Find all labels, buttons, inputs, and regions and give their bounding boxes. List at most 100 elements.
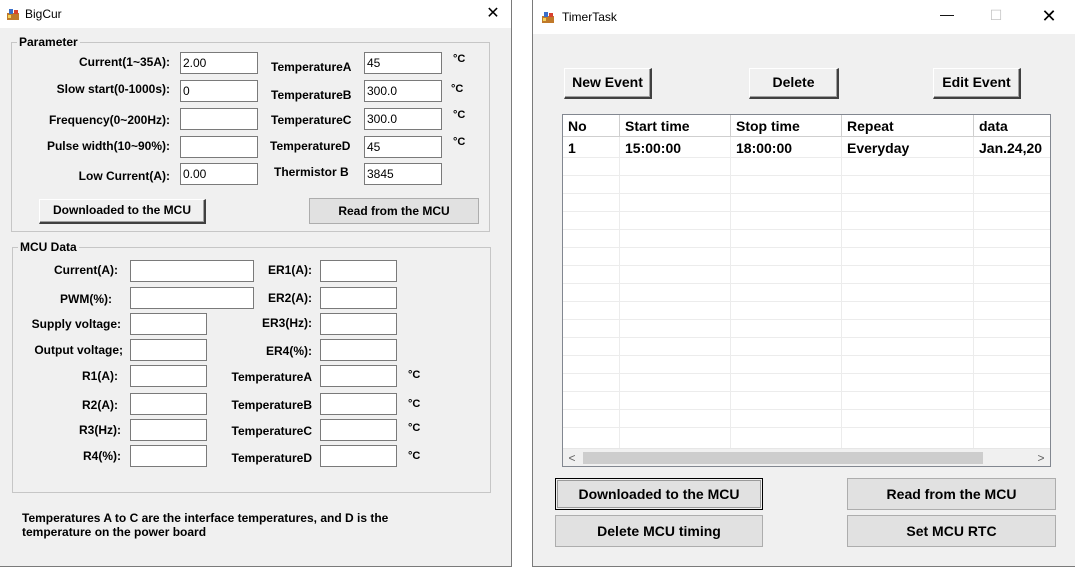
grid-line [563, 355, 1050, 356]
row-stop-time: 18:00:00 [736, 140, 793, 156]
er4-field[interactable] [320, 339, 397, 361]
column-header-data[interactable]: data [974, 115, 1050, 137]
close-icon[interactable]: ✕ [473, 3, 513, 23]
mcu-temperature-c-label: TemperatureC [231, 424, 312, 438]
grid-line [563, 409, 1050, 410]
grid-line [563, 283, 1050, 284]
er2-field[interactable] [320, 287, 397, 309]
output-voltage-field[interactable] [130, 339, 207, 361]
grid-line [563, 427, 1050, 428]
column-header-stop-time[interactable]: Stop time [731, 115, 842, 137]
horizontal-scrollbar[interactable]: < > [563, 448, 1050, 466]
supply-voltage-field[interactable] [130, 313, 207, 335]
temperature-a-unit: °C [453, 53, 466, 65]
grid-line [563, 175, 1050, 176]
grid-line [619, 137, 620, 449]
mcu-data-legend: MCU Data [18, 240, 79, 254]
er1-field[interactable] [320, 260, 397, 282]
download-to-mcu-button[interactable]: Downloaded to the MCU [39, 199, 206, 224]
grid-line [563, 373, 1050, 374]
mcu-temperature-d-unit: °C [408, 450, 421, 462]
mcu-temperature-d-label: TemperatureD [231, 451, 312, 465]
row-no: 1 [568, 140, 576, 156]
output-voltage-label: Output voltage; [34, 343, 123, 357]
temperature-d-unit: °C [453, 136, 466, 148]
grid-line [563, 337, 1050, 338]
mcu-temperature-a-field[interactable] [320, 365, 397, 387]
temperature-note: Temperatures A to C are the interface te… [22, 511, 389, 539]
grid-line [563, 265, 1050, 266]
row-start-time: 15:00:00 [625, 140, 682, 156]
er2-label: ER2(A): [268, 291, 312, 305]
er1-label: ER1(A): [268, 263, 312, 277]
er3-label: ER3(Hz): [262, 316, 312, 330]
r1-field[interactable] [130, 365, 207, 387]
scroll-right-icon[interactable]: > [1032, 449, 1050, 466]
close-icon[interactable]: ✕ [1026, 6, 1072, 27]
minimize-icon[interactable]: — [924, 6, 970, 22]
temperature-a-label: TemperatureA [271, 60, 352, 74]
temperature-b-field[interactable]: 300.0 [364, 80, 442, 102]
delete-event-button[interactable]: Delete [749, 68, 839, 99]
slow-start-field[interactable]: 0 [180, 80, 258, 102]
grid-line [563, 211, 1050, 212]
set-mcu-rtc-button[interactable]: Set MCU RTC [847, 515, 1056, 547]
r2-field[interactable] [130, 393, 207, 415]
edit-event-button[interactable]: Edit Event [933, 68, 1021, 99]
er3-field[interactable] [320, 313, 397, 335]
mcu-temperature-d-field[interactable] [320, 445, 397, 467]
timer-download-to-mcu-button[interactable]: Downloaded to the MCU [555, 478, 763, 510]
mcu-temperature-b-field[interactable] [320, 393, 397, 415]
frequency-field[interactable] [180, 108, 258, 130]
mcu-temperature-c-field[interactable] [320, 419, 397, 441]
bigcur-window: BigCur ✕ Parameter Current(1~35A): 2.00 … [0, 0, 512, 567]
temperature-c-field[interactable]: 300.0 [364, 108, 442, 130]
pulse-width-field[interactable] [180, 136, 258, 158]
mcu-pwm-label: PWM(%): [60, 292, 112, 306]
r4-label: R4(%): [83, 449, 121, 463]
row-repeat: Everyday [847, 140, 910, 156]
parameter-legend: Parameter [17, 35, 80, 49]
bigcur-titlebar: BigCur ✕ [0, 0, 511, 28]
timertask-titlebar: TimerTask — ☐ ✕ [533, 0, 1075, 34]
table-row[interactable]: 1 15:00:00 18:00:00 Everyday Jan.24,20 [563, 139, 1050, 157]
mcu-temperature-b-label: TemperatureB [231, 398, 312, 412]
grid-line [973, 137, 974, 449]
pulse-width-label: Pulse width(10~90%): [46, 139, 170, 153]
r4-field[interactable] [130, 445, 207, 467]
scrollbar-thumb[interactable] [583, 452, 983, 464]
scroll-left-icon[interactable]: < [563, 449, 581, 466]
column-header-repeat[interactable]: Repeat [842, 115, 974, 137]
temperature-d-label: TemperatureD [270, 139, 351, 153]
list-header: No Start time Stop time Repeat data [563, 115, 1050, 137]
mcu-temperature-b-unit: °C [408, 398, 421, 410]
mcu-pwm-field[interactable] [130, 287, 254, 309]
grid-line [563, 193, 1050, 194]
column-header-start-time[interactable]: Start time [620, 115, 731, 137]
mcu-temperature-a-label: TemperatureA [231, 370, 312, 384]
app-icon [542, 12, 554, 23]
grid-line [730, 137, 731, 449]
column-header-no[interactable]: No [563, 115, 620, 137]
grid-line [841, 137, 842, 449]
grid-line [563, 247, 1050, 248]
new-event-button[interactable]: New Event [564, 68, 652, 99]
temperature-b-label: TemperatureB [271, 88, 352, 102]
r2-label: R2(A): [82, 398, 118, 412]
read-from-mcu-button[interactable]: Read from the MCU [309, 198, 479, 224]
temperature-a-field[interactable]: 45 [364, 52, 442, 74]
er4-label: ER4(%): [265, 344, 312, 358]
grid-line [563, 301, 1050, 302]
temperature-d-field[interactable]: 45 [364, 136, 442, 158]
low-current-label: Low Current(A): [78, 169, 170, 183]
timer-event-list[interactable]: No Start time Stop time Repeat data 1 15… [562, 114, 1051, 467]
current-field[interactable]: 2.00 [180, 52, 258, 74]
maximize-icon[interactable]: ☐ [973, 7, 1019, 24]
low-current-field[interactable]: 0.00 [180, 163, 258, 185]
r3-field[interactable] [130, 419, 207, 441]
delete-mcu-timing-button[interactable]: Delete MCU timing [555, 515, 763, 547]
timer-read-from-mcu-button[interactable]: Read from the MCU [847, 478, 1056, 510]
thermistor-b-field[interactable]: 3845 [364, 163, 442, 185]
mcu-current-field[interactable] [130, 260, 254, 282]
window-title: BigCur [25, 7, 62, 21]
